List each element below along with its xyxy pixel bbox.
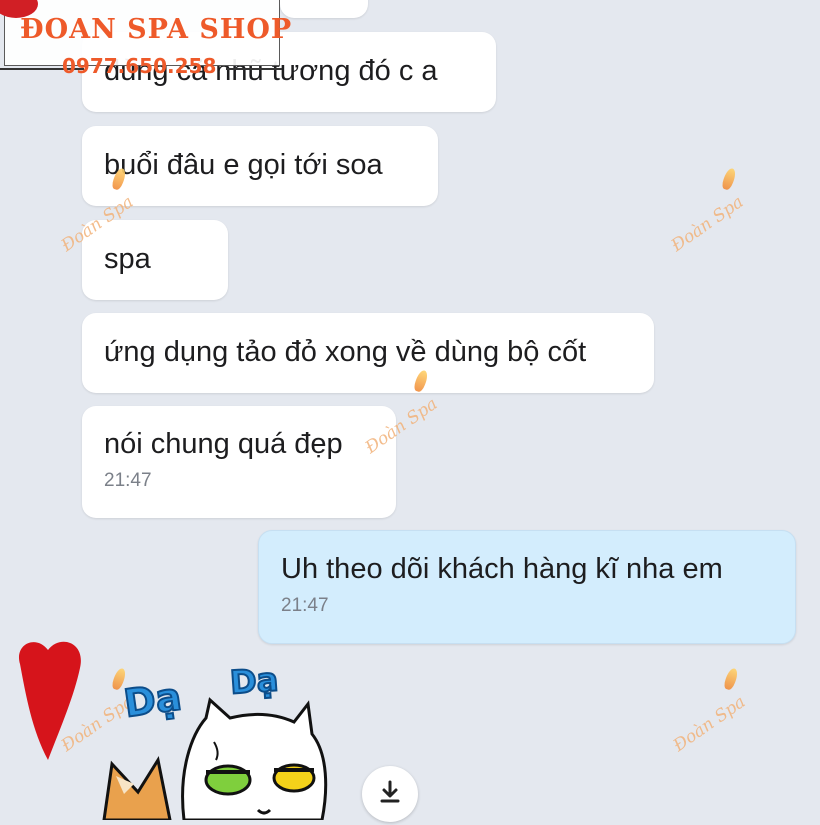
sticker-text: Dạ xyxy=(120,673,185,727)
message-text: spa xyxy=(104,243,151,275)
download-button[interactable] xyxy=(362,766,418,822)
watermark-divider xyxy=(226,68,282,70)
message-bubble-incoming: ứng dụng tảo đỏ xong về dùng bộ cốt xyxy=(82,313,654,393)
message-bubble-outgoing: Uh theo dõi khách hàng kĩ nha em 21:47 xyxy=(258,530,796,644)
message-bubble-incoming: buổi đâu e gọi tới soa xyxy=(82,126,438,206)
red-heart-sticker-icon xyxy=(14,634,88,762)
message-bubble-incoming: nói chung quá đẹp 21:47 xyxy=(82,406,396,518)
cat-sticker: Dạ Dạ xyxy=(98,659,358,822)
message-text: ứng dụng tảo đỏ xong về dùng bộ cốt xyxy=(104,336,587,368)
message-bubble-incoming: spa xyxy=(82,220,228,300)
watermark-logo: Đoàn Spa xyxy=(669,691,750,757)
download-icon xyxy=(377,779,403,810)
message-text: Uh theo dõi khách hàng kĩ nha em xyxy=(281,553,723,585)
message-timestamp: 21:47 xyxy=(104,470,152,491)
shop-name: ĐOAN SPA SHOP xyxy=(20,14,293,45)
sticker-text: Dạ xyxy=(228,659,281,702)
watermark-logo: Đoàn Spa xyxy=(667,191,748,257)
message-timestamp: 21:47 xyxy=(281,595,329,616)
message-text: nói chung quá đẹp xyxy=(104,428,343,460)
watermark-flame-icon xyxy=(720,166,738,192)
message-text: buổi đâu e gọi tới soa xyxy=(104,149,383,181)
watermark-flame-icon xyxy=(722,666,740,692)
shop-phone: 0977.650.258 xyxy=(62,54,217,78)
cropped-message-bubble xyxy=(280,0,368,18)
